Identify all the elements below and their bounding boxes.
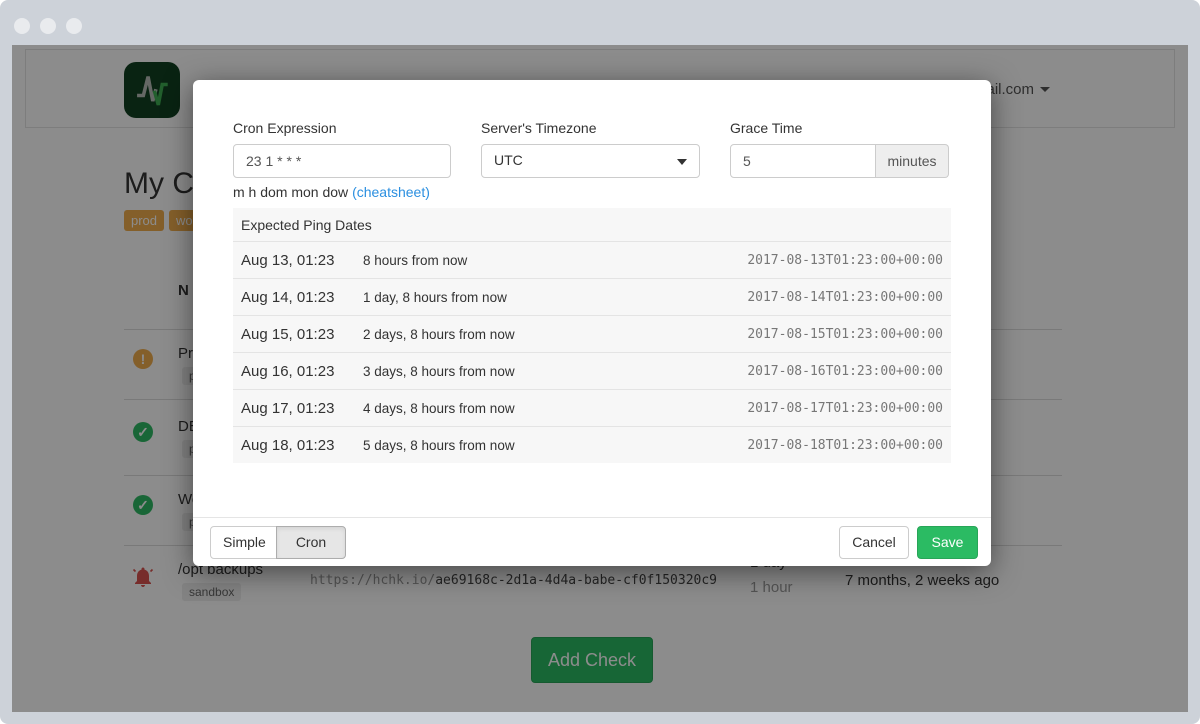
cron-mode-button[interactable]: Cron (276, 526, 346, 559)
ping-date-row: Aug 16, 01:23 3 days, 8 hours from now 2… (233, 352, 951, 389)
cancel-button[interactable]: Cancel (839, 526, 909, 559)
cron-expression-label: Cron Expression (233, 120, 451, 136)
timezone-select[interactable]: UTC (481, 144, 700, 178)
ping-iso-timestamp: 2017-08-13T01:23:00+00:00 (747, 253, 943, 268)
ping-date: Aug 15, 01:23 (241, 326, 363, 343)
window-minimize-button[interactable] (40, 18, 56, 34)
browser-window: ail.com My C prod work N ! Pr pr ✓ DB pr… (0, 0, 1200, 724)
grace-time-input[interactable] (730, 144, 876, 178)
ping-iso-timestamp: 2017-08-17T01:23:00+00:00 (747, 401, 943, 416)
ping-date: Aug 13, 01:23 (241, 252, 363, 269)
ping-date-row: Aug 17, 01:23 4 days, 8 hours from now 2… (233, 389, 951, 426)
ping-date-row: Aug 14, 01:23 1 day, 8 hours from now 20… (233, 278, 951, 315)
schedule-dialog: Cron Expression m h dom mon dow (cheatsh… (193, 80, 991, 566)
ping-date-row: Aug 18, 01:23 5 days, 8 hours from now 2… (233, 426, 951, 463)
timezone-label: Server's Timezone (481, 120, 700, 136)
ping-date: Aug 18, 01:23 (241, 437, 363, 454)
ping-date-row: Aug 13, 01:23 8 hours from now 2017-08-1… (233, 241, 951, 278)
window-close-button[interactable] (14, 18, 30, 34)
window-controls (14, 18, 82, 34)
ping-iso-timestamp: 2017-08-15T01:23:00+00:00 (747, 327, 943, 342)
dialog-footer: Simple Cron Cancel Save (193, 517, 991, 566)
grace-time-label: Grace Time (730, 120, 949, 136)
chevron-down-icon (677, 159, 687, 165)
ping-iso-timestamp: 2017-08-16T01:23:00+00:00 (747, 364, 943, 379)
ping-date: Aug 14, 01:23 (241, 289, 363, 306)
cron-expression-input[interactable] (233, 144, 451, 178)
window-maximize-button[interactable] (66, 18, 82, 34)
save-button[interactable]: Save (917, 526, 978, 559)
ping-relative-time: 8 hours from now (363, 253, 747, 268)
ping-relative-time: 2 days, 8 hours from now (363, 327, 747, 342)
ping-date-row: Aug 15, 01:23 2 days, 8 hours from now 2… (233, 315, 951, 352)
cheatsheet-link[interactable]: (cheatsheet) (352, 184, 430, 200)
cron-help-text: m h dom mon dow (cheatsheet) (233, 184, 451, 200)
timezone-selected-value: UTC (494, 152, 523, 168)
ping-relative-time: 1 day, 8 hours from now (363, 290, 747, 305)
simple-mode-button[interactable]: Simple (210, 526, 277, 559)
ping-iso-timestamp: 2017-08-18T01:23:00+00:00 (747, 438, 943, 453)
grace-unit-addon: minutes (876, 144, 949, 178)
ping-relative-time: 5 days, 8 hours from now (363, 438, 747, 453)
ping-date: Aug 17, 01:23 (241, 400, 363, 417)
ping-table-header: Expected Ping Dates (233, 208, 951, 241)
ping-iso-timestamp: 2017-08-14T01:23:00+00:00 (747, 290, 943, 305)
ping-date: Aug 16, 01:23 (241, 363, 363, 380)
ping-relative-time: 3 days, 8 hours from now (363, 364, 747, 379)
expected-ping-dates-table: Expected Ping Dates Aug 13, 01:23 8 hour… (233, 208, 951, 463)
cron-help-fields: m h dom mon dow (233, 184, 352, 200)
ping-relative-time: 4 days, 8 hours from now (363, 401, 747, 416)
